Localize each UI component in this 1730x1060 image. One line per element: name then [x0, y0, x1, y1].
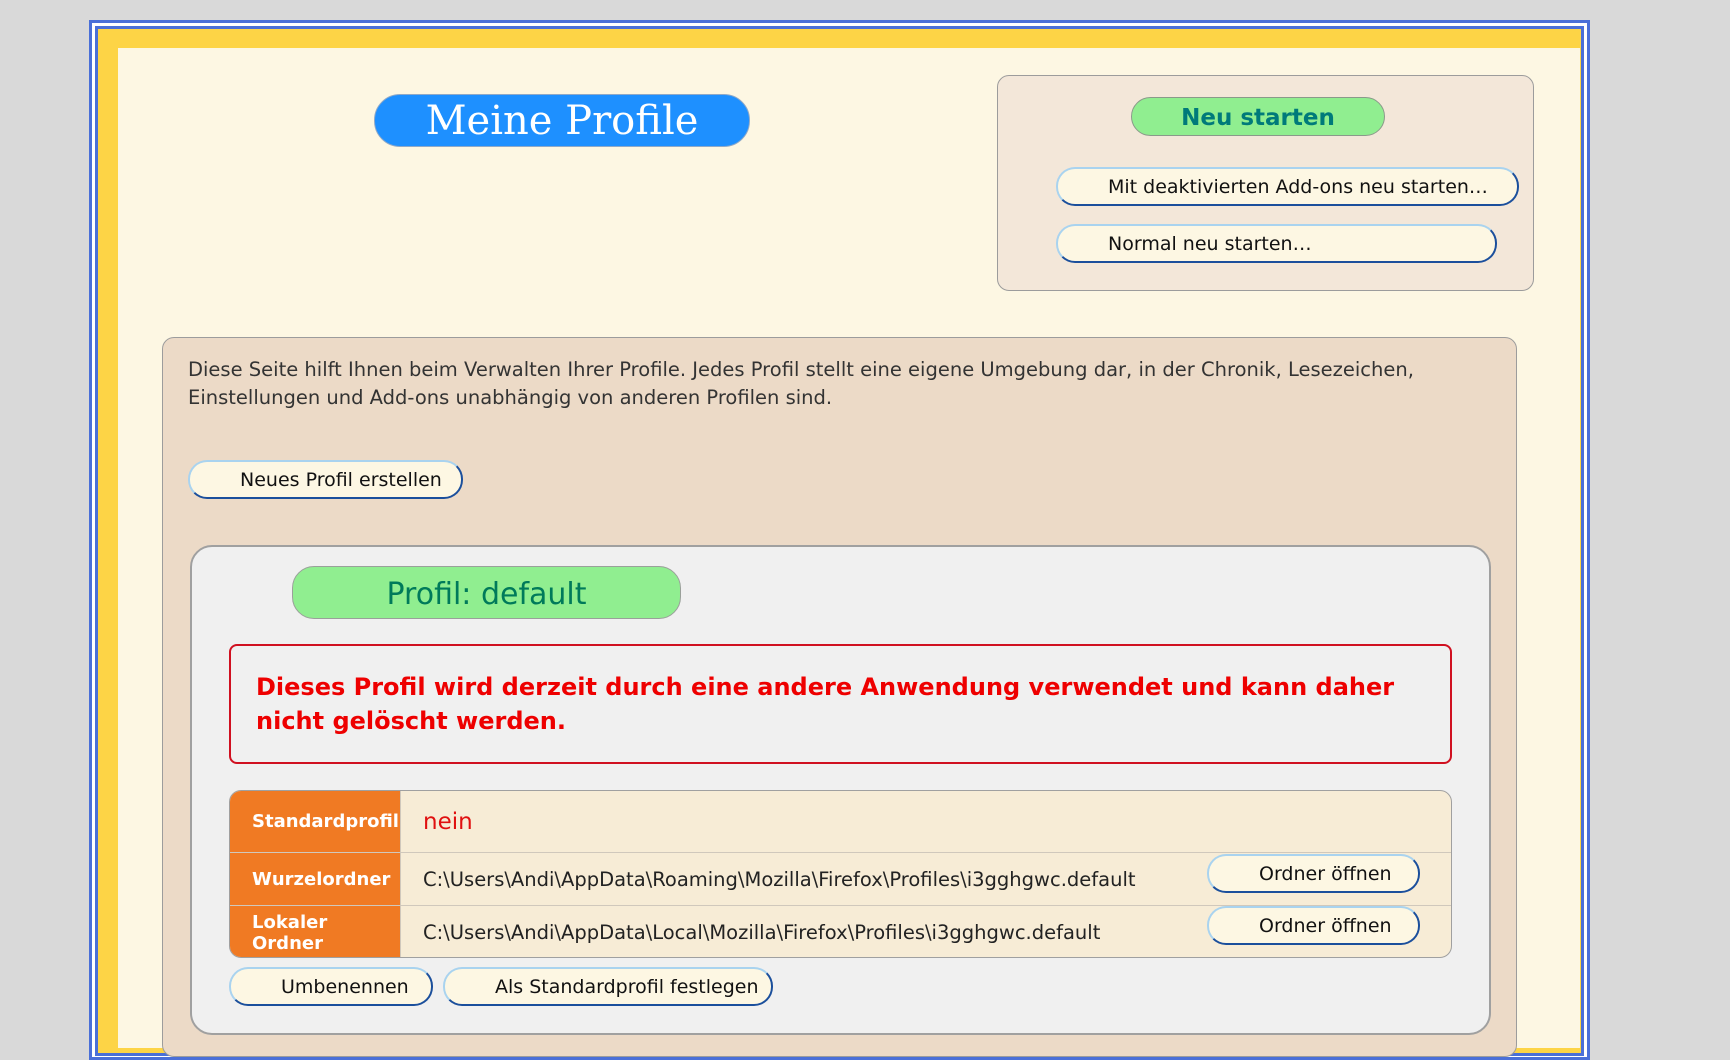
restart-normal-label: Normal neu starten…: [1108, 232, 1312, 255]
set-default-profile-button[interactable]: Als Standardprofil festlegen: [443, 967, 773, 1006]
profile-heading: Profil: default: [292, 566, 681, 619]
restart-heading: Neu starten: [1181, 105, 1335, 131]
table-row-default: Standardprofil nein: [230, 791, 1451, 853]
rename-profile-button[interactable]: Umbenennen: [229, 967, 433, 1006]
row-value: nein: [423, 808, 473, 835]
create-profile-label: Neues Profil erstellen: [240, 468, 442, 491]
open-folder-label: Ordner öffnen: [1259, 914, 1392, 937]
restart-safe-mode-button[interactable]: Mit deaktivierten Add-ons neu starten…: [1056, 167, 1519, 206]
restart-normal-button[interactable]: Normal neu starten…: [1056, 224, 1497, 263]
rename-label: Umbenennen: [281, 975, 409, 998]
page-title: Meine Profile: [374, 94, 750, 147]
open-local-folder-button[interactable]: Ordner öffnen: [1207, 906, 1420, 945]
row-value: C:\Users\Andi\AppData\Local\Mozilla\Fire…: [423, 921, 1101, 944]
restart-safe-mode-label: Mit deaktivierten Add-ons neu starten…: [1108, 175, 1488, 198]
row-label: Wurzelordner: [230, 853, 401, 905]
row-label: Lokaler Ordner: [230, 906, 401, 957]
open-root-folder-button[interactable]: Ordner öffnen: [1207, 854, 1420, 893]
row-value: C:\Users\Andi\AppData\Roaming\Mozilla\Fi…: [423, 867, 1136, 891]
create-profile-button[interactable]: Neues Profil erstellen: [188, 460, 463, 499]
page-description: Diese Seite hilft Ihnen beim Verwalten I…: [188, 358, 1414, 409]
row-label: Standardprofil: [230, 791, 401, 852]
warning-text: Dieses Profil wird derzeit durch eine an…: [256, 673, 1395, 735]
set-default-label: Als Standardprofil festlegen: [495, 975, 759, 998]
open-folder-label: Ordner öffnen: [1259, 862, 1392, 885]
